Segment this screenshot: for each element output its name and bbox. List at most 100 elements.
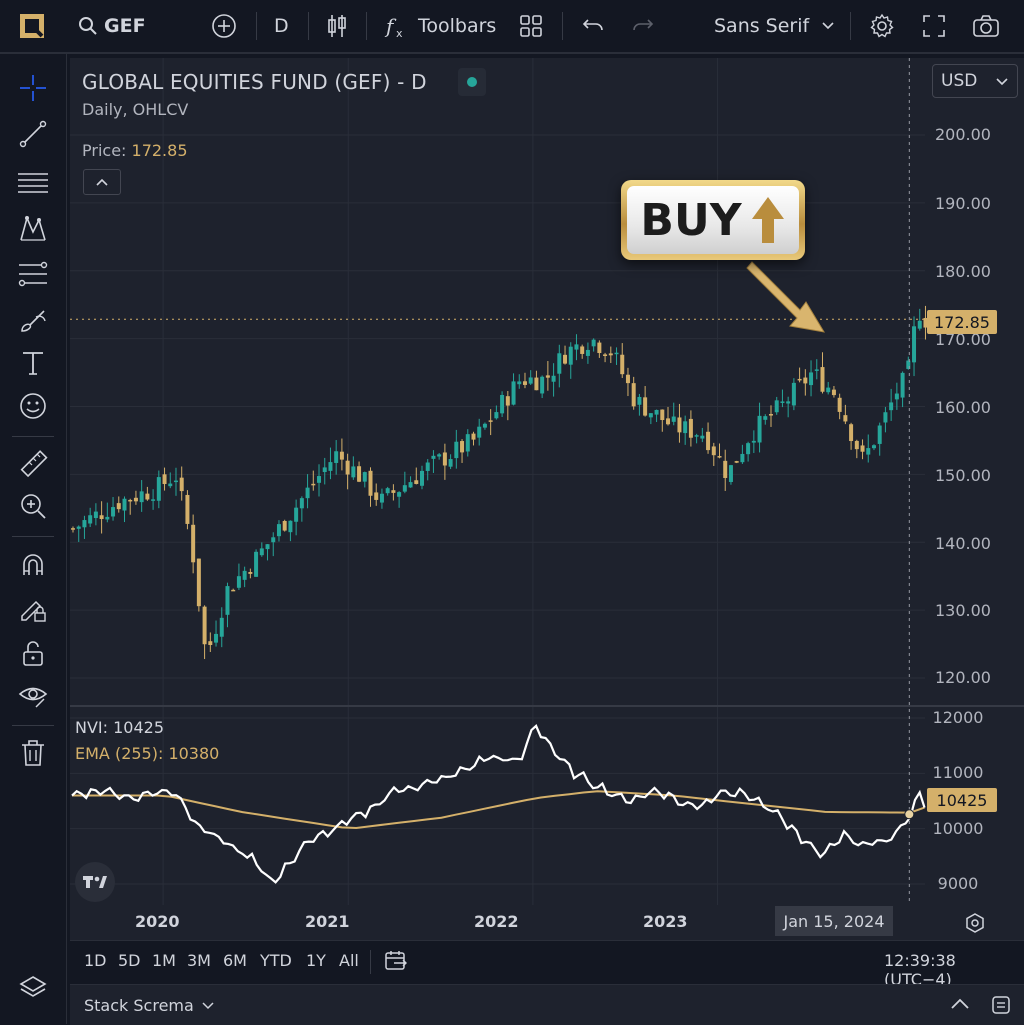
candle-body <box>505 396 510 406</box>
chevron-up-icon[interactable] <box>950 997 970 1011</box>
chevron-down-icon[interactable] <box>202 1001 214 1010</box>
last-price-tag: 172.85 <box>927 310 997 334</box>
candle-body <box>448 459 453 467</box>
candle-body <box>580 346 585 354</box>
candle-body <box>654 409 659 415</box>
candle-body <box>643 397 648 416</box>
candle-body <box>425 462 430 471</box>
candle-body <box>746 443 751 455</box>
candle-body <box>88 515 93 524</box>
timeframe-ytd[interactable]: YTD <box>260 951 292 970</box>
market-status-badge[interactable] <box>458 68 486 96</box>
candle-body <box>254 551 259 577</box>
candle-body <box>551 375 556 382</box>
candle-body <box>242 570 247 580</box>
candle-body <box>482 423 487 428</box>
candle-body <box>419 470 424 486</box>
candle-body <box>866 448 871 455</box>
candle-body <box>860 445 865 452</box>
legend-price: Price: 172.85 <box>82 141 188 160</box>
timeframe-all[interactable]: All <box>339 951 359 970</box>
chevron-up-icon <box>96 178 108 186</box>
timeframe-6m[interactable]: 6M <box>223 951 247 970</box>
candle-body <box>282 521 287 531</box>
timeframe-1y[interactable]: 1Y <box>306 951 326 970</box>
panel-tab-label[interactable]: Stack Screma <box>84 996 194 1015</box>
candle-body <box>677 417 682 433</box>
candle-body <box>597 342 602 354</box>
tradingview-logo[interactable] <box>75 862 115 902</box>
buy-text: BUY <box>640 194 742 246</box>
candle-body <box>814 369 819 371</box>
timeframe-1d[interactable]: 1D <box>84 951 107 970</box>
time-axis-label: 2023 <box>643 912 688 931</box>
candle-body <box>912 326 917 363</box>
timeframe-5d[interactable]: 5D <box>118 951 141 970</box>
candle-body <box>128 499 133 502</box>
candle-body <box>625 374 630 384</box>
candle-body <box>202 606 207 645</box>
price-axis-label: 140.00 <box>935 534 991 553</box>
candle-body <box>786 401 791 404</box>
candle-body <box>379 493 384 503</box>
candle-body <box>225 586 230 615</box>
candle-body <box>688 418 693 438</box>
candle-body <box>208 641 213 645</box>
candle-body <box>454 441 459 459</box>
candle-body <box>374 492 379 500</box>
candle-body <box>694 435 699 437</box>
candle-body <box>494 412 499 419</box>
candle-body <box>265 544 270 550</box>
candle-body <box>883 412 888 423</box>
candle-body <box>99 515 104 520</box>
candle-body <box>728 465 733 482</box>
candle-body <box>168 483 173 487</box>
candle-body <box>317 476 322 483</box>
candle-body <box>717 456 722 458</box>
axis-settings-icon[interactable] <box>964 912 986 938</box>
maximize-panel-icon[interactable] <box>991 995 1011 1015</box>
candle-body <box>774 400 779 413</box>
candle-body <box>151 499 156 501</box>
candle-body <box>528 377 533 384</box>
candle-body <box>637 396 642 405</box>
collapse-legend-button[interactable] <box>83 169 121 195</box>
candle-body <box>768 414 773 416</box>
candle-body <box>82 520 87 528</box>
timeframe-1m[interactable]: 1M <box>152 951 176 970</box>
candle-body <box>660 409 665 421</box>
indicator-axis-label: 9000 <box>937 874 979 893</box>
date-range-icon[interactable] <box>384 949 408 977</box>
candle-body <box>608 353 613 356</box>
candle-body <box>93 511 98 519</box>
candle-body <box>871 445 876 449</box>
price-value: 172.85 <box>131 141 188 160</box>
candle-body <box>305 487 310 499</box>
candle-body <box>751 440 756 443</box>
arrow-up-icon <box>751 197 784 243</box>
candle-body <box>185 494 190 524</box>
candle-body <box>534 377 539 391</box>
candle-body <box>139 491 144 503</box>
candle-body <box>740 453 745 463</box>
candle-body <box>460 441 465 453</box>
candle-body <box>517 381 522 385</box>
candle-body <box>631 383 636 407</box>
timeframe-3m[interactable]: 3M <box>187 951 211 970</box>
candle-body <box>196 558 201 607</box>
candle-body <box>76 526 81 529</box>
currency-selector[interactable]: USD <box>932 64 1018 98</box>
price-axis-label: 180.00 <box>935 262 991 281</box>
price-axis-label: 190.00 <box>935 194 991 213</box>
candle-body <box>849 424 854 442</box>
candle-body <box>299 498 304 509</box>
price-axis-label: 150.00 <box>935 466 991 485</box>
candle-body <box>408 482 413 488</box>
timeframe-bar: 1D 5D 1M 3M 6M YTD 1Y All 12:39:38 (UTC−… <box>70 940 1024 989</box>
buy-annotation[interactable]: BUY <box>621 180 805 260</box>
candle-body <box>837 397 842 412</box>
indicator-axis-label: 11000 <box>932 763 984 782</box>
candle-body <box>791 382 796 406</box>
candle-body <box>116 503 121 510</box>
candle-body <box>431 455 436 459</box>
